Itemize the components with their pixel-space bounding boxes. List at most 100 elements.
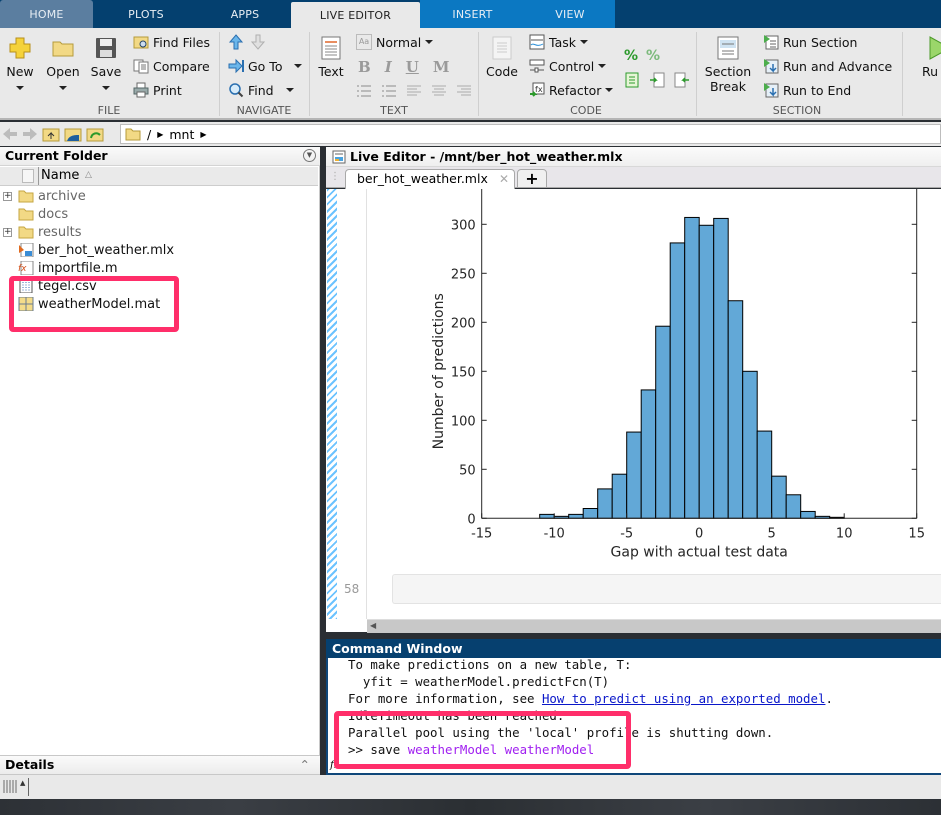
smart-indent-icon[interactable]: [624, 72, 640, 88]
plus-icon: [9, 37, 31, 59]
drag-handle-icon[interactable]: ⋮: [330, 171, 340, 182]
align-left-icon[interactable]: [406, 83, 422, 99]
insert-text-button[interactable]: Text: [316, 36, 346, 79]
browse-folder-icon[interactable]: [64, 126, 82, 142]
path-separator-icon[interactable]: ▶: [157, 130, 163, 139]
name-column-header[interactable]: Name △: [0, 167, 318, 186]
open-button[interactable]: Open: [45, 36, 81, 94]
file-list-item[interactable]: fx importfile.m: [0, 259, 318, 277]
y-tick-label: 300: [451, 218, 476, 233]
file-list-item[interactable]: + archive: [0, 187, 318, 205]
expand-icon[interactable]: +: [3, 191, 12, 201]
code-line-58[interactable]: [392, 574, 941, 604]
find-label: Find: [248, 82, 274, 98]
x-tick-label: -10: [544, 526, 565, 541]
align-center-icon[interactable]: [431, 83, 447, 99]
run-to-end-button[interactable]: Run to End: [763, 80, 851, 100]
tab-live-editor[interactable]: LIVE EDITOR: [291, 2, 420, 28]
chevron-down-icon: [598, 64, 607, 68]
uncomment-icon[interactable]: %: [646, 48, 660, 64]
run-section-button[interactable]: Run Section: [763, 32, 857, 52]
collapse-chevron-icon[interactable]: ⌃: [300, 756, 310, 774]
current-folder-header: Current Folder ▼: [0, 147, 320, 166]
monospace-button[interactable]: M: [433, 58, 450, 76]
panel-actions-icon[interactable]: ▼: [303, 149, 316, 162]
control-button[interactable]: Control: [529, 56, 607, 76]
file-list-item[interactable]: + results: [0, 223, 318, 241]
find-button[interactable]: Find: [228, 80, 294, 100]
section-break-button[interactable]: Section Break: [704, 36, 752, 94]
file-list-item[interactable]: docs: [0, 205, 318, 223]
tab-view[interactable]: VIEW: [525, 0, 615, 28]
panel-title: Current Folder: [5, 148, 108, 163]
goto-button[interactable]: Go To: [228, 56, 303, 76]
histogram-chart: 0 50 100 150 200 250 300 -15 -10 -5 0 5 10 15 Gap wit…: [431, 189, 925, 560]
scroll-left-icon[interactable]: ◀: [370, 621, 376, 630]
arrow-down-icon[interactable]: [250, 34, 266, 50]
file-list-item[interactable]: ber_hot_weather.mlx: [0, 241, 318, 259]
path-root[interactable]: /: [147, 127, 151, 142]
expand-icon[interactable]: +: [3, 227, 12, 237]
sort-ascending-icon: △: [85, 170, 92, 180]
arrow-up-icon[interactable]: [228, 34, 244, 50]
tab-apps[interactable]: APPS: [199, 0, 291, 28]
bullet-list-icon[interactable]: [356, 83, 372, 99]
decrease-indent-icon[interactable]: [674, 72, 690, 88]
goto-arrow-icon: [228, 58, 244, 74]
align-right-icon[interactable]: [456, 83, 472, 99]
print-button[interactable]: Print: [133, 80, 182, 100]
folder-search-icon: [133, 36, 149, 49]
output-text: .: [825, 691, 833, 706]
x-axis-label: Gap with actual test data: [611, 544, 788, 560]
control-label: Control: [549, 58, 595, 74]
run-button[interactable]: Ru: [922, 36, 941, 79]
printer-icon: [133, 82, 149, 98]
y-tick-label: 250: [451, 267, 476, 282]
up-folder-icon[interactable]: [42, 126, 60, 142]
x-tick-label: 0: [695, 526, 703, 541]
refresh-folder-icon[interactable]: [86, 126, 104, 142]
path-separator-icon[interactable]: ▶: [200, 130, 206, 139]
document-tab[interactable]: ber_hot_weather.mlx ✕: [345, 169, 515, 189]
current-folder-path[interactable]: / ▶ mnt ▶: [120, 124, 941, 144]
output-text: For more information, see: [348, 691, 542, 706]
text-style-select[interactable]: Aa Normal: [356, 32, 434, 52]
tab-home[interactable]: HOME: [0, 0, 93, 28]
insert-code-button[interactable]: Code: [486, 36, 518, 79]
histogram-bar: [669, 242, 686, 519]
chevron-up-icon[interactable]: ▲: [20, 779, 25, 787]
tab-insert[interactable]: INSERT: [420, 0, 525, 28]
function-file-icon: fx: [18, 261, 34, 275]
close-tab-icon[interactable]: ✕: [499, 170, 509, 188]
path-segment[interactable]: mnt: [169, 127, 194, 142]
find-files-button[interactable]: Find Files: [133, 32, 210, 52]
file-name: ber_hot_weather.mlx: [38, 242, 175, 258]
details-panel-header[interactable]: Details ⌃: [0, 755, 320, 775]
underline-button[interactable]: U: [406, 58, 419, 76]
help-link[interactable]: How to predict using an exported model: [542, 691, 825, 706]
italic-button[interactable]: I: [385, 58, 392, 76]
task-button[interactable]: Task: [529, 32, 588, 52]
comment-icon[interactable]: %: [624, 48, 638, 64]
folder-icon: [125, 128, 141, 141]
task-icon: [529, 34, 545, 50]
new-button[interactable]: New: [5, 36, 35, 94]
tab-plots[interactable]: PLOTS: [93, 0, 199, 28]
bold-button[interactable]: B: [358, 58, 371, 76]
run-advance-button[interactable]: Run and Advance: [763, 56, 892, 76]
back-arrow-icon[interactable]: [2, 126, 18, 142]
section-group-label: SECTION: [772, 104, 822, 117]
horizontal-scrollbar[interactable]: ◀: [367, 619, 941, 633]
refactor-button[interactable]: fx Refactor: [529, 80, 614, 100]
line-number: 58: [344, 582, 360, 596]
numbered-list-icon[interactable]: [381, 83, 397, 99]
forward-arrow-icon[interactable]: [22, 126, 38, 142]
new-tab-button[interactable]: +: [517, 169, 547, 188]
command-output-line: To make predictions on a new table, T:: [348, 657, 632, 672]
increase-indent-icon[interactable]: [649, 72, 665, 88]
compare-button[interactable]: Compare: [133, 56, 210, 76]
floppy-disk-icon: [96, 38, 116, 58]
layout-grip-icon[interactable]: [3, 780, 17, 793]
new-label: New: [6, 64, 34, 79]
save-button[interactable]: Save: [90, 36, 122, 94]
